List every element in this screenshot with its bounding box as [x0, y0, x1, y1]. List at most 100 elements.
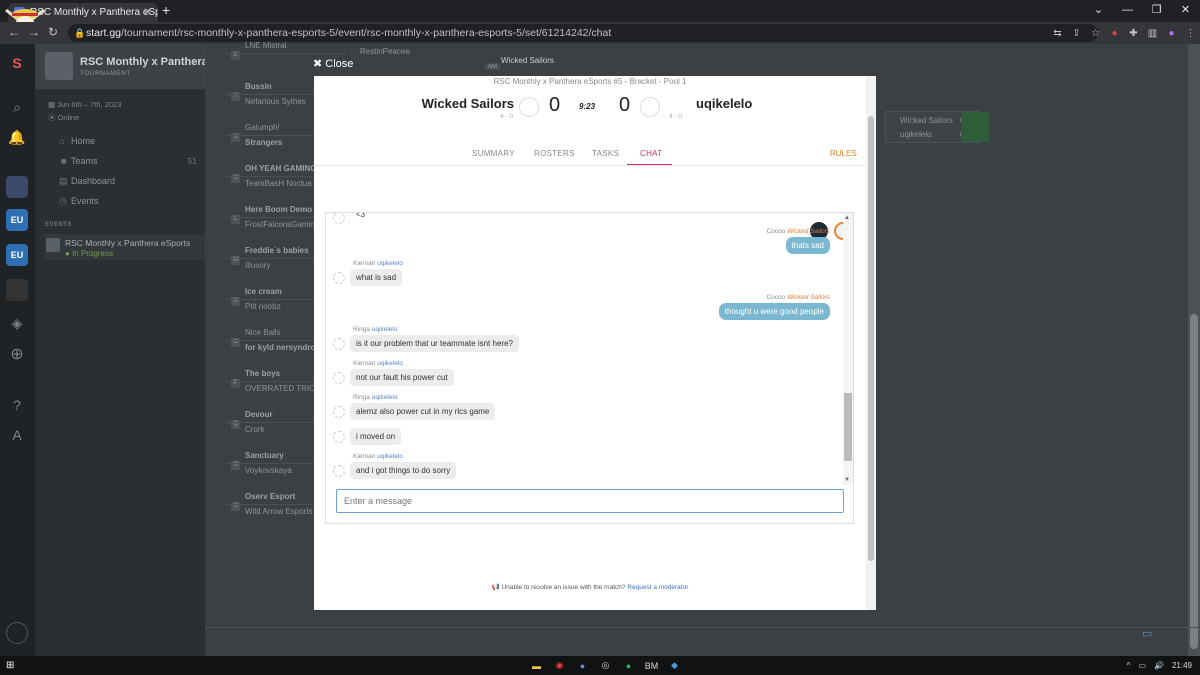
chat-message: i moved on [350, 428, 402, 445]
tab-summary[interactable]: SUMMARY [472, 149, 515, 158]
menu-icon[interactable]: ⋮ [1181, 28, 1200, 39]
rules-link[interactable]: RULES [830, 149, 857, 158]
sidebar-event-item[interactable]: RSC Monthly x Panthera eSports ● In Prog… [45, 234, 205, 260]
tab-rosters[interactable]: ROSTERS [534, 149, 575, 158]
moderator-note-text: Unable to resolve an issue with the matc… [501, 584, 626, 591]
author-team: uqikelelo [371, 394, 398, 401]
minimize-icon[interactable]: — [1113, 0, 1142, 22]
share-icon[interactable]: ⇪ [1067, 28, 1086, 39]
bracket-team-bottom[interactable]: Wild Arrow Esports [245, 507, 313, 516]
bracket-team-bottom[interactable]: OVERRATED TRIO [245, 384, 315, 393]
bracket-team-top[interactable]: The boys [245, 369, 280, 378]
scroll-down-icon[interactable]: ▼ [844, 477, 850, 483]
tournament-icon-1[interactable] [6, 176, 28, 198]
sidebar-item-events[interactable]: ◷ Events [59, 196, 99, 207]
bracket-team-bottom[interactable]: Crork [245, 425, 265, 434]
bracket-team-top[interactable]: Devour [245, 410, 273, 419]
bell-icon[interactable]: 🔔 [6, 126, 28, 148]
new-tab-button[interactable]: + [162, 2, 170, 18]
bracket-team-bottom[interactable]: FrostFalconsGaming [245, 220, 319, 229]
profile-icon[interactable]: ● [1162, 28, 1181, 39]
scroll-up-icon[interactable]: ▲ [844, 215, 850, 221]
bracket-team-bottom[interactable]: TeamBasH Noctua [245, 179, 312, 188]
events-heading: EVENTS [45, 222, 73, 228]
bracket-team-top[interactable]: LNE Mistral [245, 41, 286, 50]
reload-icon[interactable]: ↻ [48, 25, 58, 39]
help-icon[interactable]: ? [6, 394, 28, 416]
tray-chevron-icon[interactable]: ^ [1127, 661, 1131, 670]
translate-rail-icon[interactable]: A [6, 424, 28, 446]
restore-icon[interactable]: ❐ [1142, 0, 1171, 22]
chrome-icon[interactable]: ◉ [548, 660, 571, 671]
tab-chat[interactable]: CHAT [640, 149, 662, 158]
community-eu-2[interactable]: EU [6, 244, 28, 266]
bracket-team-bottom[interactable]: Voykovskaya [245, 466, 292, 475]
close-window-icon[interactable]: ✕ [1171, 0, 1200, 22]
team-left-name[interactable]: Wicked Sailors [422, 96, 514, 111]
search-icon[interactable]: ⌕ [6, 96, 28, 118]
bracket-team-top[interactable]: Freddie`s babies [245, 246, 309, 255]
add-icon[interactable]: ⊕ [6, 344, 28, 366]
clock-time[interactable]: 21:49 [1172, 661, 1192, 670]
network-icon[interactable]: ▭ [1138, 661, 1146, 670]
team-right-name[interactable]: uqikelelo [696, 96, 752, 111]
page-scrollbar[interactable] [1188, 44, 1200, 656]
user-avatar[interactable] [6, 622, 28, 644]
address-bar[interactable]: 🔒 start.gg/tournament/rsc-monthly-x-pant… [68, 24, 1098, 42]
translate-icon[interactable]: ⇆ [1048, 28, 1067, 39]
diamond-icon[interactable]: ◈ [6, 312, 28, 334]
sidebar-item-home[interactable]: ⌂ Home [59, 136, 95, 146]
windows-start-icon[interactable]: ⊞ [6, 660, 17, 671]
tournament-location: ⦿ Online [48, 113, 80, 122]
file-explorer-icon[interactable]: ▬ [525, 661, 548, 671]
sidebar-item-dashboard[interactable]: ▤ Dashboard [59, 176, 115, 187]
bracket-team-bottom[interactable]: Ptit noobz [245, 302, 281, 311]
bracket-team-top[interactable]: Here Boom Demo [245, 205, 312, 214]
bracket-team-top[interactable]: Nice Balls [245, 328, 281, 337]
tournament-icon-2[interactable] [6, 279, 28, 301]
bracket-team-wicked-sailors[interactable]: Wicked Sailors [501, 56, 554, 65]
modal-scroll-thumb[interactable] [868, 116, 874, 561]
chat-panel: <3 Cocoo Wicked Sailors thats sad Kiernan u… [325, 212, 854, 524]
tournament-title[interactable]: RSC Monthly x Panthera eS [80, 56, 224, 68]
bracket-team-top[interactable]: OH YEAH GAMING [245, 164, 316, 173]
discord-icon[interactable]: ● [571, 661, 594, 671]
message-input[interactable] [336, 489, 844, 513]
bracket-team-top[interactable]: Oserv Esport [245, 492, 295, 501]
bracket-team-top[interactable]: Galumph! [245, 123, 280, 132]
extension-red-icon[interactable]: ● [1105, 28, 1124, 39]
chat-scrollbar[interactable]: ▲ ▼ [843, 213, 853, 485]
tournament-subtitle: TOURNAMENT [80, 70, 131, 77]
chevron-down-icon[interactable]: ⌄ [1084, 0, 1113, 22]
bracket-team-bottom[interactable]: Strangers [245, 138, 282, 147]
startgg-logo-icon[interactable]: S [6, 52, 28, 74]
forward-icon[interactable]: → [28, 25, 40, 39]
bm-app[interactable]: BM [640, 661, 663, 671]
bracket-team-top[interactable]: Ice cream [245, 287, 282, 296]
puzzle-icon[interactable]: ✚ [1124, 28, 1143, 39]
bracket-team-restinpeacee[interactable]: RestinPeacee [360, 47, 410, 56]
star-icon[interactable]: ☆ [1086, 28, 1105, 39]
page-scroll-thumb[interactable] [1190, 314, 1198, 649]
community-eu-1[interactable]: EU [6, 209, 28, 231]
volume-icon[interactable]: 🔊 [1154, 661, 1164, 670]
chat-scroll-thumb[interactable] [844, 393, 852, 461]
bracket-team-bottom[interactable]: Nefarious Sythes [245, 97, 306, 106]
sidepanel-icon[interactable]: ▥ [1143, 28, 1162, 39]
author-name: Kiernan [353, 260, 376, 267]
rocket-league-icon[interactable]: ◆ [663, 660, 686, 671]
back-icon[interactable]: ← [8, 25, 20, 39]
bracket-team-top[interactable]: Sanctuary [245, 451, 284, 460]
chat-messages[interactable]: <3 Cocoo Wicked Sailors thats sad Kiernan u… [326, 213, 844, 485]
calendar-icon[interactable]: ▭ [1142, 627, 1160, 641]
bracket-team-bottom[interactable]: Illusory [245, 261, 270, 270]
close-modal-button[interactable]: ✖ Close [313, 57, 353, 70]
steam-icon[interactable]: ◎ [594, 660, 617, 671]
sidebar-item-teams[interactable]: ☻ Teams [59, 156, 98, 166]
modal-scrollbar[interactable] [866, 76, 876, 610]
bracket-team-top[interactable]: Bussin [245, 82, 272, 91]
spotify-icon[interactable]: ● [617, 661, 640, 671]
tab-close-icon[interactable]: ✕ [144, 3, 152, 22]
tab-tasks[interactable]: TASKS [592, 149, 619, 158]
request-moderator-link[interactable]: Request a moderator [627, 584, 688, 591]
